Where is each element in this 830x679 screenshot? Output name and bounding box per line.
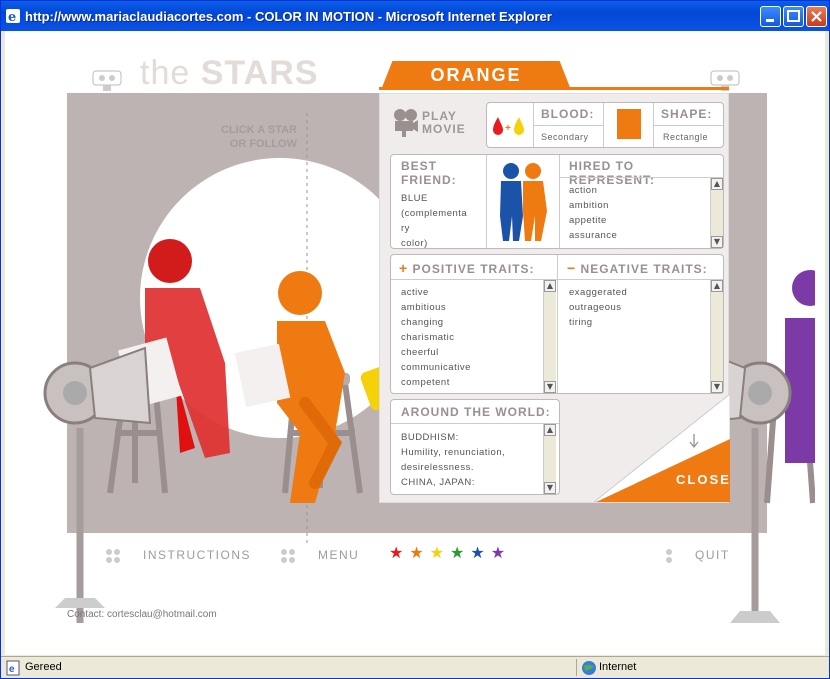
- close-panel-button[interactable]: CLOSE: [676, 472, 731, 487]
- blood-value: Secondary: [541, 132, 589, 142]
- globe-icon: [582, 661, 596, 675]
- scroll-down-arrow-icon[interactable]: ▼: [711, 381, 723, 393]
- friend-line: (complementa: [401, 208, 468, 219]
- dots-grid-icon: [281, 549, 295, 563]
- blood-label: BLOOD:: [541, 107, 595, 121]
- friends-figure-icon: [500, 163, 547, 241]
- scroll-down-arrow-icon[interactable]: ▼: [711, 236, 723, 248]
- negative-trait: tiring: [569, 317, 593, 328]
- positive-trait: active: [401, 287, 429, 298]
- camera-right-icon: [710, 70, 740, 91]
- stars-logo: the STARS: [140, 54, 319, 92]
- hired-item: appetite: [569, 215, 607, 226]
- scroll-up-arrow-icon[interactable]: ▲: [544, 424, 556, 436]
- menu-link[interactable]: MENU: [280, 548, 359, 564]
- positive-trait: competent: [401, 377, 450, 388]
- camera-left-icon: [92, 70, 122, 91]
- hired-item: action: [569, 185, 598, 196]
- world-line: CHINA, JAPAN:: [401, 477, 475, 488]
- title-bar: e http://www.mariaclaudiacortes.com - CO…: [1, 1, 829, 31]
- contact-text: Contact: cortesclau@hotmail.com: [67, 609, 217, 620]
- svg-text:e: e: [9, 664, 15, 675]
- friend-hired-box: BESTFRIEND: BLUE (complementa ry color): [390, 154, 724, 249]
- friend-line: BLUE: [401, 193, 428, 204]
- world-line: BUDDHISM:: [401, 432, 459, 443]
- negative-scrollbar[interactable]: ▲ ▼: [710, 280, 723, 393]
- menu-label: MENU: [318, 548, 360, 563]
- friend-line: color): [401, 238, 428, 249]
- world-line: desirelessness.: [401, 462, 474, 473]
- star-yellow-icon[interactable]: ★: [430, 543, 444, 563]
- star-orange-icon[interactable]: ★: [409, 543, 423, 563]
- star-red-icon[interactable]: ★: [389, 543, 403, 563]
- hired-scrollbar[interactable]: ▲ ▼: [710, 178, 723, 248]
- dots-icon: [666, 549, 672, 563]
- internet-explorer-icon: e: [6, 9, 20, 24]
- close-icon: [811, 11, 822, 22]
- browser-viewport: the STARS CLICK A STAR OR FOLLOW ORANGE …: [5, 31, 825, 655]
- scroll-down-arrow-icon[interactable]: ▼: [544, 482, 556, 494]
- status-text: Gereed: [25, 661, 62, 673]
- world-line: Humility, renunciation,: [401, 447, 506, 458]
- scroll-down-arrow-icon[interactable]: ▼: [544, 381, 556, 393]
- negative-trait: exaggerated: [569, 287, 628, 298]
- dots-grid-icon: [106, 549, 120, 563]
- positive-label: POSITIVE TRAITS:: [412, 262, 535, 276]
- instructions-link[interactable]: INSTRUCTIONS: [105, 548, 251, 564]
- scroll-up-arrow-icon[interactable]: ▲: [544, 280, 556, 292]
- svg-text:e: e: [8, 10, 16, 24]
- quit-link[interactable]: QUIT: [665, 548, 730, 564]
- instructions-label: INSTRUCTIONS: [143, 548, 251, 563]
- positive-trait: ambitious: [401, 302, 447, 313]
- status-bar: e Gereed Internet: [1, 656, 829, 678]
- positive-scrollbar[interactable]: ▲ ▼: [543, 280, 556, 393]
- star-purple-icon[interactable]: ★: [491, 543, 505, 563]
- close-window-button[interactable]: [806, 6, 827, 27]
- hired-item: assurance: [569, 230, 618, 241]
- best-friend-label-1: BEST: [401, 159, 438, 173]
- positive-trait: cheerful: [401, 347, 439, 358]
- positive-trait: changing: [401, 317, 444, 328]
- world-scrollbar[interactable]: ▲ ▼: [543, 424, 556, 494]
- world-box: AROUND THE WORLD: BUDDHISM: Humility, re…: [390, 399, 560, 495]
- positive-trait: charismatic: [401, 332, 455, 343]
- scroll-up-arrow-icon[interactable]: ▲: [711, 280, 723, 292]
- quit-label: QUIT: [695, 548, 730, 563]
- minimize-icon: [766, 19, 774, 22]
- page-status-icon: e: [6, 660, 20, 676]
- shape-swatch: [617, 109, 641, 139]
- hired-item: ambition: [569, 200, 609, 211]
- maximize-icon: [787, 10, 800, 22]
- star-green-icon[interactable]: ★: [450, 543, 464, 563]
- play-movie-button[interactable]: PLAY MOVIE: [392, 106, 487, 146]
- negative-trait: outrageous: [569, 302, 622, 313]
- plus-icon: +: [399, 260, 409, 276]
- info-panel: PLAY MOVIE + BLOOD: Secondary SHAPE: Rec…: [379, 93, 731, 503]
- blood-mix-icon: +: [493, 117, 524, 135]
- zone-text: Internet: [599, 661, 637, 673]
- minus-icon: −: [567, 260, 577, 276]
- world-label: AROUND THE WORLD:: [401, 405, 551, 419]
- browser-window: e http://www.mariaclaudiacortes.com - CO…: [0, 0, 830, 679]
- star-blue-icon[interactable]: ★: [470, 543, 484, 563]
- scroll-up-arrow-icon[interactable]: ▲: [711, 178, 723, 190]
- window-title: http://www.mariaclaudiacortes.com - COLO…: [25, 8, 552, 24]
- svg-text:+: +: [505, 123, 511, 134]
- movie-camera-icon: [394, 109, 418, 137]
- traits-box: + POSITIVE TRAITS: − NEGATIVE TRAITS: ac…: [390, 254, 724, 394]
- maximize-button[interactable]: [783, 6, 804, 27]
- flash-stage: the STARS CLICK A STAR OR FOLLOW ORANGE …: [15, 43, 815, 643]
- negative-label: NEGATIVE TRAITS:: [580, 262, 708, 276]
- best-friend-label-2: FRIEND:: [401, 173, 457, 187]
- color-stars: ★ ★ ★ ★ ★ ★: [389, 543, 511, 563]
- movie-label: MOVIE: [422, 122, 466, 136]
- friend-line: ry: [401, 223, 410, 234]
- minimize-button[interactable]: [760, 6, 781, 27]
- color-title-tab: ORANGE: [381, 61, 571, 90]
- positive-trait: communicative: [401, 362, 471, 373]
- shape-label: SHAPE:: [661, 107, 713, 121]
- shape-value: Rectangle: [663, 132, 709, 142]
- blood-shape-box: + BLOOD: Secondary SHAPE: Rectangle: [486, 102, 724, 148]
